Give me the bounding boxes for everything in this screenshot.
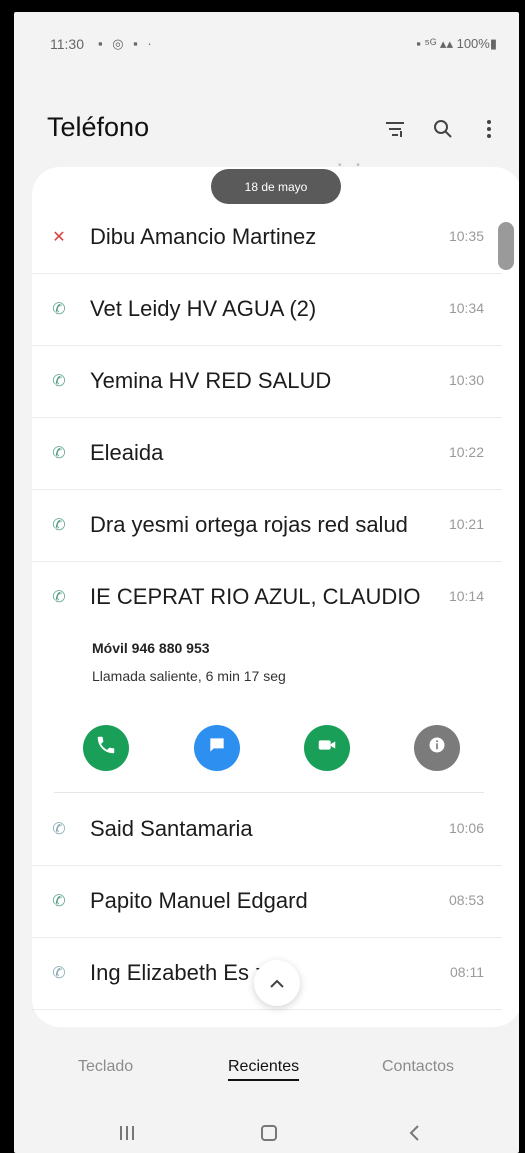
contact-name: Papito Manuel Edgard — [90, 888, 308, 913]
call-log-row[interactable]: ✆ IE CEPRAT RIO AZUL, CLAUDIO 10:14 — [32, 562, 502, 634]
status-time: 11:30 — [50, 36, 84, 52]
expanded-phone-number: Móvil 946 880 953 — [92, 640, 210, 656]
details-button[interactable] — [414, 725, 460, 771]
tab-contacts[interactable]: Contactos — [382, 1058, 454, 1076]
drag-handle[interactable]: • • — [338, 160, 366, 171]
tab-keypad[interactable]: Teclado — [78, 1058, 133, 1076]
incoming-call-icon: ✆ — [52, 517, 66, 534]
chat-bubble-icon — [207, 735, 227, 761]
call-log-row[interactable]: ✆ Papito Manuel Edgard 08:53 — [32, 866, 502, 938]
info-icon — [427, 735, 447, 761]
contact-name: Ing Elizabeth Es za — [90, 960, 279, 985]
contact-name: Eleaida — [90, 440, 164, 465]
call-button[interactable] — [83, 725, 129, 771]
outgoing-call-icon: ✆ — [52, 821, 66, 838]
call-time: 08:53 — [448, 892, 484, 908]
call-time: 10:21 — [448, 516, 484, 532]
scrollbar-thumb[interactable] — [498, 222, 514, 270]
phone-icon — [95, 734, 117, 762]
more-vert-icon[interactable] — [472, 112, 506, 146]
outgoing-call-icon: ✆ — [52, 965, 66, 982]
back-button[interactable] — [408, 1122, 422, 1148]
search-icon[interactable] — [426, 112, 460, 146]
call-log-row[interactable]: ✆ Vet Leidy HV AGUA (2) 10:34 — [32, 274, 502, 346]
date-label: 18 de mayo — [211, 169, 341, 204]
contact-name: IE CEPRAT RIO AZUL, CLAUDIO — [90, 584, 421, 609]
call-time: 10:35 — [448, 228, 484, 244]
incoming-call-icon: ✆ — [52, 893, 66, 910]
video-camera-icon — [316, 734, 338, 762]
chevron-up-icon — [269, 973, 285, 994]
call-time: 10:06 — [448, 820, 484, 836]
contact-name: Vet Leidy HV AGUA (2) — [90, 296, 317, 321]
incoming-call-icon: ✆ — [52, 373, 66, 390]
tab-recents[interactable]: Recientes — [228, 1058, 300, 1081]
contact-name: Dibu Amancio Martinez — [90, 224, 317, 249]
phone-screen: 11:30 ▪ ◎ ▪ · ▪ ⁵ᴳ ▴▴ 100%▮ Teléfono • •… — [14, 12, 519, 1153]
missed-call-icon: ✕ — [52, 229, 66, 246]
collapse-button[interactable] — [254, 960, 300, 1006]
expanded-call-info: Llamada saliente, 6 min 17 seg — [92, 668, 286, 684]
call-log-row[interactable]: ✆ Eleaida 10:22 — [32, 418, 502, 490]
divider — [54, 792, 484, 793]
system-indicators: ▪ ⁵ᴳ ▴▴ 100%▮ — [416, 36, 497, 51]
incoming-call-icon: ✆ — [52, 445, 66, 462]
incoming-call-icon: ✆ — [52, 589, 66, 606]
call-time: 10:30 — [448, 372, 484, 388]
contact-name: Dra yesmi ortega rojas red salud — [90, 512, 408, 537]
call-log-row[interactable]: ✆ Dra yesmi ortega rojas red salud 10:21 — [32, 490, 502, 562]
call-time: 10:34 — [448, 300, 484, 316]
notification-icons: ▪ ◎ ▪ · — [98, 36, 155, 51]
call-log-row[interactable]: ✕ Dibu Amancio Martinez 10:35 — [32, 202, 502, 274]
contact-name: Yemina HV RED SALUD — [90, 368, 332, 393]
call-time: 10:22 — [448, 444, 484, 460]
page-title: Teléfono — [47, 112, 150, 142]
status-bar: 11:30 ▪ ◎ ▪ · ▪ ⁵ᴳ ▴▴ 100%▮ — [14, 12, 519, 78]
call-time: 10:14 — [448, 588, 484, 604]
call-time: 08:11 — [450, 964, 484, 980]
filter-icon[interactable] — [378, 112, 412, 146]
incoming-call-icon: ✆ — [52, 301, 66, 318]
call-log-row[interactable]: ✆ Yemina HV RED SALUD 10:30 — [32, 346, 502, 418]
message-button[interactable] — [194, 725, 240, 771]
call-log-row[interactable]: ✆ Said Santamaria 10:06 — [32, 794, 502, 866]
video-call-button[interactable] — [304, 725, 350, 771]
recent-apps-button[interactable] — [118, 1122, 136, 1148]
contact-name: Said Santamaria — [90, 816, 253, 841]
home-button[interactable] — [260, 1122, 278, 1148]
